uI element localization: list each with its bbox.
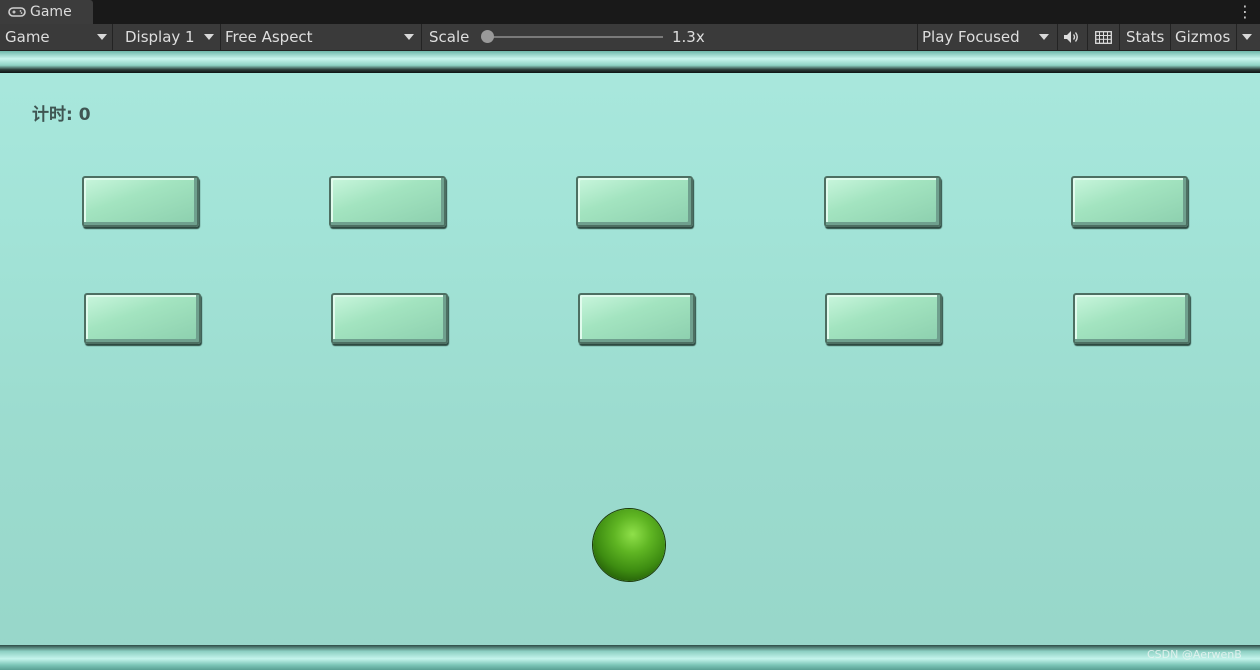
mute-audio-button[interactable] xyxy=(1057,24,1087,50)
chevron-down-icon xyxy=(204,34,214,40)
play-mode-dropdown[interactable]: Play Focused xyxy=(917,24,1057,50)
game-viewport[interactable]: 计时: 0 xyxy=(0,51,1260,670)
brick xyxy=(331,293,448,344)
brick xyxy=(82,176,199,227)
toolbar-divider xyxy=(112,24,113,50)
scale-value: 1.3x xyxy=(667,24,717,50)
keyboard-shortcuts-button[interactable] xyxy=(1087,24,1119,50)
mode-dropdown-label: Game xyxy=(5,28,50,46)
brick xyxy=(825,293,942,344)
ball xyxy=(593,509,665,581)
window-tab-bar: Game ⋮ xyxy=(0,0,1260,24)
gizmos-label: Gizmos xyxy=(1175,28,1231,46)
gizmos-dropdown[interactable] xyxy=(1236,24,1260,50)
brick xyxy=(578,293,695,344)
display-dropdown-label: Display 1 xyxy=(125,28,195,46)
scale-slider-track[interactable] xyxy=(485,36,663,38)
game-tab[interactable]: Game xyxy=(0,0,93,24)
keyboard-icon xyxy=(1095,30,1112,44)
display-dropdown[interactable]: Display 1 xyxy=(120,24,220,50)
aspect-dropdown[interactable]: Free Aspect xyxy=(220,24,420,50)
scale-label-text: Scale xyxy=(429,28,470,46)
stats-button[interactable]: Stats xyxy=(1121,24,1171,50)
aspect-dropdown-label: Free Aspect xyxy=(225,28,313,46)
top-wall xyxy=(0,51,1260,73)
gizmos-button[interactable]: Gizmos xyxy=(1170,24,1234,50)
brick xyxy=(576,176,693,227)
stats-label: Stats xyxy=(1126,28,1165,46)
timer-label: 计时: 0 xyxy=(32,105,91,125)
brick xyxy=(824,176,941,227)
speaker-icon xyxy=(1064,31,1078,43)
scale-slider-thumb[interactable] xyxy=(480,30,494,43)
scale-value-text: 1.3x xyxy=(672,28,705,46)
brick xyxy=(84,293,201,344)
bottom-wall xyxy=(0,645,1260,670)
brick xyxy=(1071,176,1188,227)
more-options-icon[interactable]: ⋮ xyxy=(1237,2,1253,22)
brick xyxy=(1073,293,1190,344)
toolbar-divider xyxy=(1119,24,1120,50)
chevron-down-icon xyxy=(1242,34,1252,40)
gamepad-icon xyxy=(8,7,26,17)
chevron-down-icon xyxy=(97,34,107,40)
play-mode-label: Play Focused xyxy=(922,28,1020,46)
scale-label: Scale xyxy=(424,24,484,50)
game-toolbar: Game Display 1 Free Aspect Scale 1.3x Pl… xyxy=(0,24,1260,51)
toolbar-divider xyxy=(421,24,422,50)
chevron-down-icon xyxy=(1039,34,1049,40)
game-tab-label: Game xyxy=(30,4,72,20)
chevron-down-icon xyxy=(404,34,414,40)
watermark-text: CSDN @AerwenB xyxy=(1147,648,1242,661)
brick xyxy=(329,176,446,227)
mode-dropdown[interactable]: Game xyxy=(0,24,112,50)
